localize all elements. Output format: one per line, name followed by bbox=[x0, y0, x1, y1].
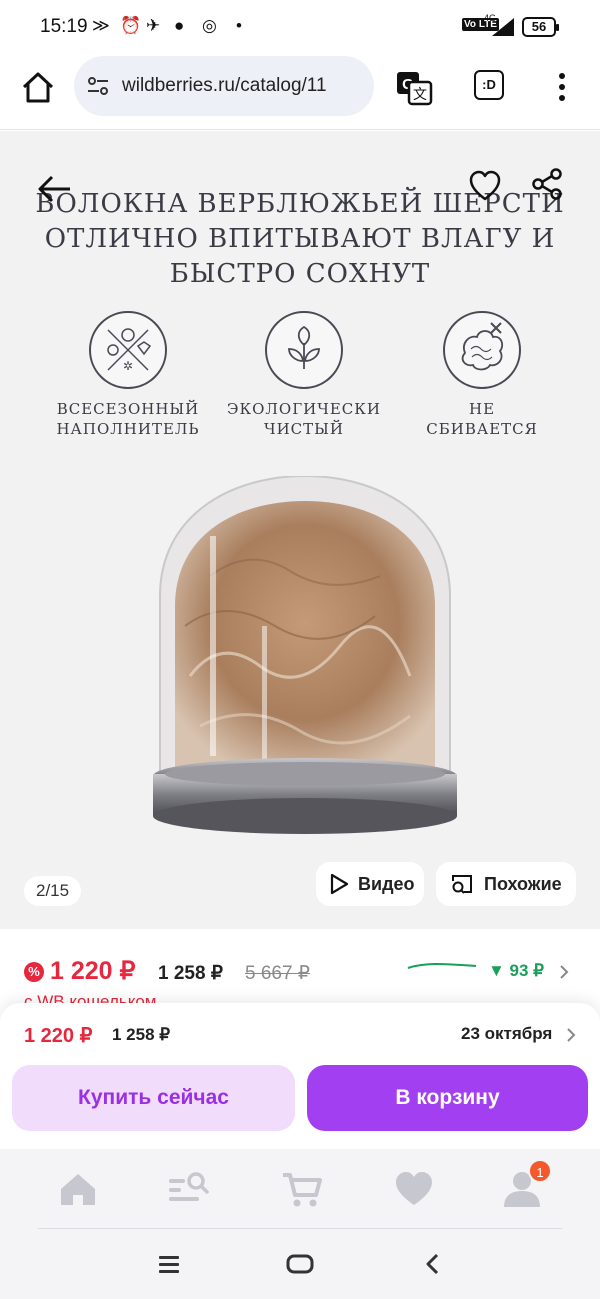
price-old: 5 667 ₽ bbox=[245, 963, 310, 984]
svg-text:✲: ✲ bbox=[123, 359, 133, 373]
delivery-date[interactable]: 23 октября bbox=[461, 1024, 552, 1044]
feature-label: ЭКОЛОГИЧЕСКИ bbox=[227, 400, 381, 418]
headline-line: ВОЛОКНА ВЕРБЛЮЖЬЕЙ ШЕРСТИ bbox=[35, 189, 565, 219]
leaf-icon bbox=[265, 311, 343, 389]
alarm-icon: ⏰ bbox=[120, 16, 142, 35]
site-settings-icon[interactable] bbox=[86, 74, 110, 98]
browser-home-icon[interactable] bbox=[18, 68, 58, 108]
catalog-search-icon[interactable] bbox=[166, 1167, 210, 1211]
address-bar[interactable]: wildberries.ru/catalog/11 bbox=[74, 56, 374, 116]
translate-icon[interactable]: G 文 bbox=[394, 68, 434, 108]
status-bar: 15:19 ≫ ⏰ ✈ ● ◎ • Vo LTE 4G 56 bbox=[0, 0, 600, 56]
feature-label: НАПОЛНИТЕЛЬ bbox=[56, 420, 200, 438]
wool-ball-icon bbox=[443, 311, 521, 389]
product-image-wool-jar bbox=[153, 476, 457, 834]
cart-icon[interactable] bbox=[280, 1167, 324, 1211]
price-wallet: 1 220 ₽ bbox=[50, 957, 136, 985]
feature-label: СБИВАЕТСЯ bbox=[426, 420, 538, 438]
product-gallery[interactable]: ВОЛОКНА ВЕРБЛЮЖЬЕЙ ШЕРСТИ ОТЛИЧНО ВПИТЫВ… bbox=[0, 131, 600, 929]
similar-button[interactable]: Похожие bbox=[436, 862, 576, 906]
seasons-icon: ✲ bbox=[89, 311, 167, 389]
home-icon[interactable] bbox=[56, 1167, 100, 1211]
chevron-right-icon[interactable] bbox=[558, 964, 570, 980]
video-label: Видео bbox=[358, 874, 415, 894]
chat-icon: ● bbox=[174, 16, 185, 35]
browser-toolbar: wildberries.ru/catalog/11 G 文 :D bbox=[0, 56, 600, 130]
similar-label: Похожие bbox=[484, 874, 562, 894]
back-arrow-icon[interactable] bbox=[34, 169, 74, 209]
video-button[interactable]: Видео bbox=[316, 862, 424, 906]
price-drop-amount: ▼ 93 ₽ bbox=[488, 961, 544, 980]
feature-all-season: ✲ ВСЕСЕЗОННЫЙ НАПОЛНИТЕЛЬ bbox=[38, 311, 218, 439]
feature-eco: ЭКОЛОГИЧЕСКИ ЧИСТЫЙ bbox=[214, 311, 394, 439]
telegram-icon: ✈ bbox=[146, 16, 161, 35]
buy-now-button[interactable]: Купить сейчас bbox=[12, 1065, 295, 1131]
profile-badge: 1 bbox=[528, 1159, 552, 1183]
more-menu-icon[interactable] bbox=[550, 70, 574, 104]
status-time: 15:19 bbox=[40, 16, 88, 37]
share-icon[interactable] bbox=[530, 167, 564, 201]
data-saver-icon: ≫ bbox=[92, 16, 110, 35]
signal-icon bbox=[492, 18, 514, 36]
svg-text:文: 文 bbox=[413, 86, 427, 102]
recent-apps-icon[interactable] bbox=[156, 1251, 182, 1277]
instagram-icon: ◎ bbox=[202, 16, 217, 35]
price-regular: 1 258 ₽ bbox=[158, 963, 223, 984]
headline-line: БЫСТРО СОХНУТ bbox=[169, 259, 431, 289]
back-icon[interactable] bbox=[420, 1251, 446, 1277]
favorites-icon[interactable] bbox=[392, 1167, 436, 1211]
battery-icon: 56 bbox=[522, 17, 559, 37]
sheet-price-wallet: 1 220 ₽ bbox=[24, 1025, 93, 1047]
gallery-counter: 2/15 bbox=[24, 876, 82, 906]
buy-sheet: 1 220 ₽ 1 258 ₽ 23 октября Купить сейчас… bbox=[0, 1003, 600, 1149]
price-row[interactable]: % 1 220 ₽ 1 258 ₽ 5 667 ₽ ▼ 93 ₽ с WB ко… bbox=[0, 930, 600, 1011]
feature-label: ЧИСТЫЙ bbox=[264, 420, 344, 438]
tab-switcher-button[interactable]: :D bbox=[474, 70, 504, 100]
feature-label: НЕ bbox=[468, 400, 496, 418]
app-bottom-nav: 1 bbox=[0, 1149, 600, 1229]
url-text: wildberries.ru/catalog/11 bbox=[122, 75, 327, 96]
feature-no-clumping: НЕ СБИВАЕТСЯ bbox=[392, 311, 572, 439]
sheet-price-regular: 1 258 ₽ bbox=[112, 1025, 171, 1044]
more-notifications-icon: • bbox=[236, 16, 242, 35]
chevron-right-icon[interactable] bbox=[566, 1027, 576, 1043]
price-trend-sparkline bbox=[407, 963, 477, 969]
favorite-heart-icon[interactable] bbox=[468, 169, 502, 203]
feature-label: ВСЕСЕЗОННЫЙ bbox=[56, 400, 200, 418]
add-to-cart-button[interactable]: В корзину bbox=[307, 1065, 588, 1131]
headline-line: ОТЛИЧНО ВПИТЫВАЮТ ВЛАГУ И bbox=[44, 224, 556, 254]
play-icon bbox=[330, 873, 349, 895]
home-pill-icon[interactable] bbox=[286, 1251, 314, 1277]
gallery-headline: ВОЛОКНА ВЕРБЛЮЖЬЕЙ ШЕРСТИ ОТЛИЧНО ВПИТЫВ… bbox=[0, 187, 600, 292]
similar-search-icon bbox=[452, 875, 472, 894]
discount-percent-icon: % bbox=[24, 962, 44, 982]
system-nav-bar bbox=[0, 1229, 600, 1299]
